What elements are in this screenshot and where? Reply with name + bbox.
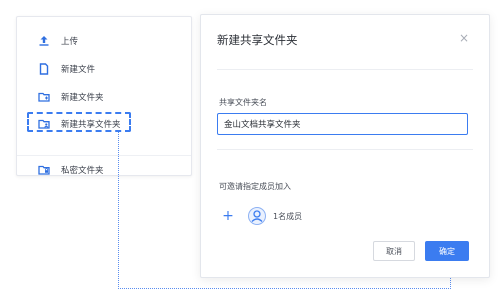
context-menu: 上传 新建文件 新建文件夹 新建共享文件夹 私密文件夹 [16, 16, 192, 176]
shared-folder-icon [35, 118, 53, 130]
menu-item-label: 新建文件夹 [61, 93, 104, 103]
menu-item-new-folder[interactable]: 新建文件夹 [17, 87, 191, 107]
folder-name-label: 共享文件夹名 [219, 98, 267, 107]
new-folder-icon [35, 91, 53, 103]
menu-item-label: 私密文件夹 [61, 166, 104, 176]
section-divider [217, 149, 473, 150]
member-count: 1名成员 [273, 212, 303, 221]
new-file-icon [35, 63, 53, 75]
add-member-icon[interactable]: + [221, 209, 235, 223]
menu-item-new-shared-folder[interactable]: 新建共享文件夹 [17, 114, 191, 134]
cancel-button[interactable]: 取消 [373, 241, 415, 261]
new-shared-folder-dialog: 新建共享文件夹 × 共享文件夹名 可邀请指定成员加入 + 1名成员 取消 确定 [200, 14, 490, 278]
menu-item-label: 上传 [61, 37, 79, 47]
menu-item-label: 新建文件 [61, 65, 96, 75]
confirm-button[interactable]: 确定 [425, 241, 469, 261]
close-icon[interactable]: × [459, 31, 469, 45]
folder-name-input[interactable] [217, 113, 468, 135]
upload-icon [35, 35, 53, 47]
private-folder-icon [35, 164, 53, 176]
menu-item-private-folder[interactable]: 私密文件夹 [17, 160, 191, 180]
dialog-title: 新建共享文件夹 [217, 33, 298, 47]
menu-item-new-file[interactable]: 新建文件 [17, 59, 191, 79]
avatar [247, 206, 267, 226]
menu-item-upload[interactable]: 上传 [17, 31, 191, 51]
menu-item-label: 新建共享文件夹 [61, 120, 121, 130]
menu-divider [17, 155, 191, 156]
invite-label: 可邀请指定成员加入 [219, 182, 291, 191]
dialog-divider [217, 69, 473, 70]
